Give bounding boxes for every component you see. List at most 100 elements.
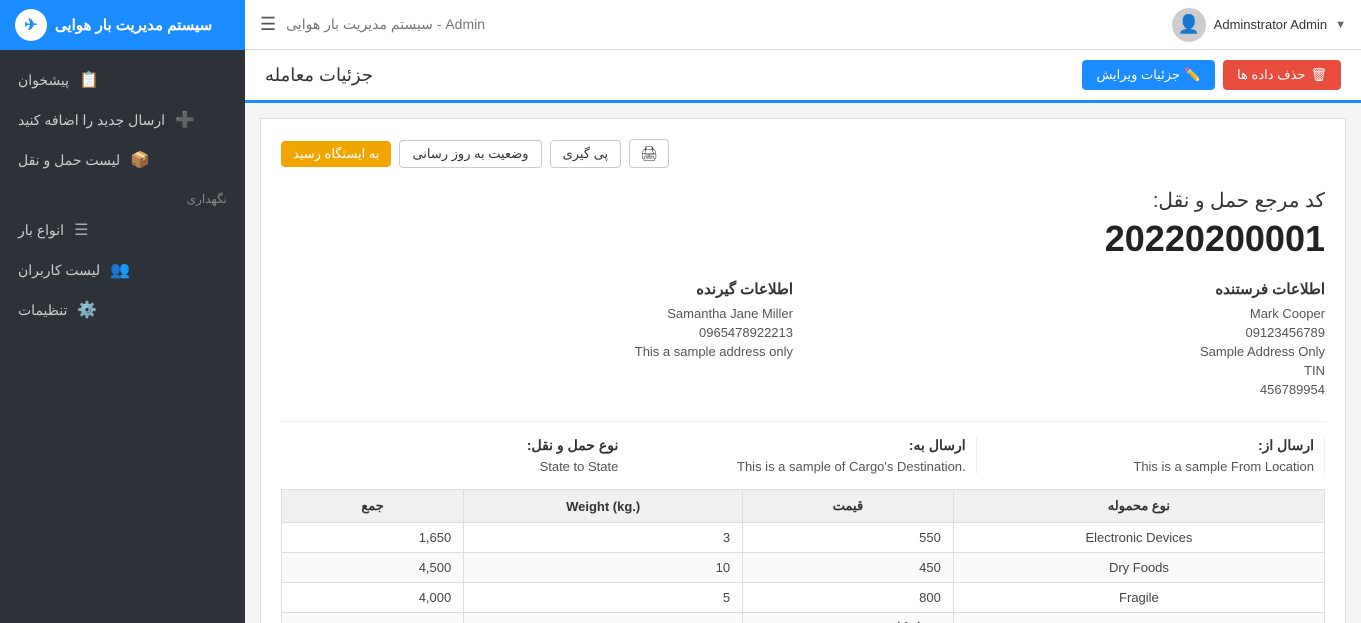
avatar: 👤 xyxy=(1172,8,1206,42)
user-dropdown-icon[interactable]: ▼ xyxy=(1335,19,1346,31)
cell-type: Dry Foods xyxy=(953,553,1324,583)
topbar: ☰ Admin - سیستم مدیریت بار هوایی 👤 Admin… xyxy=(245,0,1361,50)
receiver-col: اطلاعات گیرنده Samantha Jane Miller 0965… xyxy=(281,280,793,401)
route-to-value: .This is a sample of Cargo's Destination xyxy=(638,459,965,474)
cell-price: 800 xyxy=(743,583,954,613)
route-to-col: ارسال به: .This is a sample of Cargo's D… xyxy=(628,437,976,474)
delete-button[interactable]: 🗑 حذف داده ها xyxy=(1223,60,1341,90)
route-to-label: ارسال به: xyxy=(638,437,965,454)
app-logo: ✈ xyxy=(15,9,47,41)
route-from-label: ارسال از: xyxy=(987,437,1314,454)
route-type-col: نوع حمل و نقل: State to State xyxy=(281,437,628,474)
sidebar-item-label: ارسال جدید را اضافه کنید xyxy=(18,112,165,129)
sender-col: اطلاعات فرستنده Mark Cooper 09123456789 … xyxy=(813,280,1325,401)
sender-name: Mark Cooper xyxy=(813,306,1325,321)
table-row: Fragile 800 5 4,000 xyxy=(282,583,1325,613)
sender-tin-label: TIN xyxy=(813,363,1325,378)
topbar-title: Admin - سیستم مدیریت بار هوایی xyxy=(286,16,485,33)
users-icon: 👥 xyxy=(110,260,130,280)
route-from-value: This is a sample From Location xyxy=(987,459,1314,474)
inbox-icon: 📋 xyxy=(79,70,99,90)
cargo-types-icon: ☰ xyxy=(74,220,88,240)
page-title: جزئیات معامله xyxy=(265,65,373,86)
cargo-table: نوع محموله قیمت Weight (kg.) جمع Electro… xyxy=(281,489,1325,623)
col-header-weight: Weight (kg.) xyxy=(464,490,743,523)
col-header-price: قیمت xyxy=(743,490,954,523)
sender-tin-value: 456789954 xyxy=(813,382,1325,397)
sidebar-nav: 📋 پیشخوان ➕ ارسال جدید را اضافه کنید 📦 ل… xyxy=(0,50,245,340)
shipment-icon: 📦 xyxy=(130,150,150,170)
sidebar-item-label: پیشخوان xyxy=(18,72,69,89)
cell-weight: 3 xyxy=(464,523,743,553)
col-header-type: نوع محموله xyxy=(953,490,1324,523)
print-icon: 🖨 xyxy=(640,145,658,161)
total-cell-empty1 xyxy=(953,613,1324,623)
sidebar-section-label: نگهداری xyxy=(0,180,245,210)
delete-icon: 🗑 xyxy=(1310,67,1327,83)
receiver-name: Samantha Jane Miller xyxy=(281,306,793,321)
edit-icon: ✏️ xyxy=(1185,67,1201,83)
sidebar-item-inbox[interactable]: 📋 پیشخوان xyxy=(0,60,245,100)
route-type-value: State to State xyxy=(291,459,618,474)
username: Adminstrator Admin xyxy=(1214,17,1327,32)
track-button[interactable]: پی گیری xyxy=(550,140,622,168)
sidebar-item-label: انواع بار xyxy=(18,222,64,239)
details-edit-button[interactable]: ✏️ جزئیات ویرایش xyxy=(1082,60,1215,90)
sender-title: اطلاعات فرستنده xyxy=(813,280,1325,298)
page-header: جزئیات معامله ✏️ جزئیات ویرایش 🗑 حذف داد… xyxy=(245,50,1361,103)
cell-price: 450 xyxy=(743,553,954,583)
total-label: مقدار کل xyxy=(743,613,954,623)
cell-type: Fragile xyxy=(953,583,1324,613)
invoice-wrapper: به ایستگاه رسید وضعیت به روز رسانی پی گی… xyxy=(260,118,1346,623)
route-type-label: نوع حمل و نقل: xyxy=(291,437,618,454)
sidebar-item-shipments[interactable]: 📦 لیست حمل و نقل xyxy=(0,140,245,180)
sender-phone: 09123456789 xyxy=(813,325,1325,340)
route-from-col: ارسال از: This is a sample From Location xyxy=(977,437,1325,474)
cell-price: 550 xyxy=(743,523,954,553)
menu-toggle-icon[interactable]: ☰ xyxy=(260,14,276,35)
add-icon: ➕ xyxy=(175,110,195,130)
sidebar-header: ✈ سیستم مدیریت بار هوایی xyxy=(0,0,245,50)
total-value: 10,150 xyxy=(282,613,464,623)
status-button[interactable]: وضعیت به روز رسانی xyxy=(399,140,541,168)
sidebar-item-add[interactable]: ➕ ارسال جدید را اضافه کنید xyxy=(0,100,245,140)
topbar-left: ☰ Admin - سیستم مدیریت بار هوایی xyxy=(260,14,485,35)
table-row: Electronic Devices 550 3 1,650 xyxy=(282,523,1325,553)
info-grid: اطلاعات فرستنده Mark Cooper 09123456789 … xyxy=(281,280,1325,401)
sidebar-item-label: لیست کاربران xyxy=(18,262,100,279)
reference-number: 20220200001 xyxy=(281,218,1325,260)
col-header-total: جمع xyxy=(282,490,464,523)
sidebar-item-settings[interactable]: ⚙️ تنظیمات xyxy=(0,290,245,330)
sender-address: Sample Address Only xyxy=(813,344,1325,359)
station-button[interactable]: به ایستگاه رسید xyxy=(281,141,391,167)
page-header-actions: ✏️ جزئیات ویرایش 🗑 حذف داده ها xyxy=(1082,60,1341,90)
sidebar-item-users[interactable]: 👥 لیست کاربران xyxy=(0,250,245,290)
main-area: ☰ Admin - سیستم مدیریت بار هوایی 👤 Admin… xyxy=(245,0,1361,623)
cell-total: 4,000 xyxy=(282,583,464,613)
total-cell-empty2 xyxy=(464,613,743,623)
table-row: Dry Foods 450 10 4,500 xyxy=(282,553,1325,583)
print-button[interactable]: 🖨 xyxy=(629,139,669,168)
receiver-title: اطلاعات گیرنده xyxy=(281,280,793,298)
topbar-right: 👤 Adminstrator Admin ▼ xyxy=(1172,8,1346,42)
receiver-address: This a sample address only xyxy=(281,344,793,359)
table-total-row: مقدار کل 10,150 xyxy=(282,613,1325,623)
reference-label: کد مرجع حمل و نقل: xyxy=(281,188,1325,213)
cell-weight: 5 xyxy=(464,583,743,613)
route-grid: ارسال از: This is a sample From Location… xyxy=(281,421,1325,474)
cell-total: 1,650 xyxy=(282,523,464,553)
content-area: جزئیات معامله ✏️ جزئیات ویرایش 🗑 حذف داد… xyxy=(245,50,1361,623)
settings-icon: ⚙️ xyxy=(77,300,97,320)
reference-section: کد مرجع حمل و نقل: 20220200001 xyxy=(281,188,1325,260)
cell-type: Electronic Devices xyxy=(953,523,1324,553)
sidebar-item-label: تنظیمات xyxy=(18,302,67,319)
cell-total: 4,500 xyxy=(282,553,464,583)
receiver-phone: 0965478922213 xyxy=(281,325,793,340)
action-bar: به ایستگاه رسید وضعیت به روز رسانی پی گی… xyxy=(281,139,1325,168)
app-title: سیستم مدیریت بار هوایی xyxy=(55,16,212,34)
table-header-row: نوع محموله قیمت Weight (kg.) جمع xyxy=(282,490,1325,523)
sidebar-item-cargo-types[interactable]: ☰ انواع بار xyxy=(0,210,245,250)
sidebar: ✈ سیستم مدیریت بار هوایی 📋 پیشخوان ➕ ارس… xyxy=(0,0,245,623)
sidebar-item-label: لیست حمل و نقل xyxy=(18,152,120,169)
cell-weight: 10 xyxy=(464,553,743,583)
